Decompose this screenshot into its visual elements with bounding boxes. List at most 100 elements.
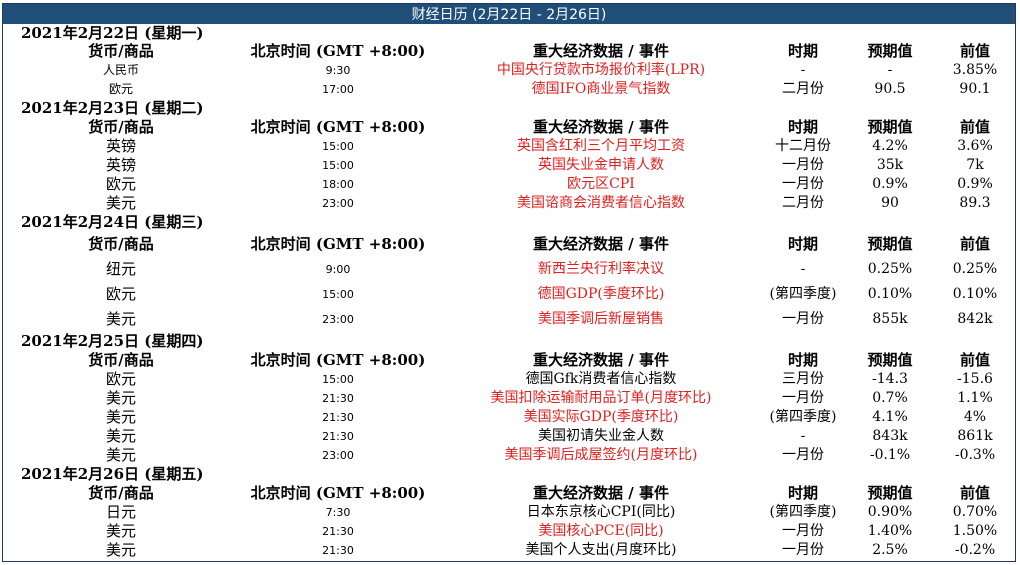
header-currency: 货币/商品: [88, 351, 154, 369]
event-currency: 欧元: [105, 285, 136, 303]
event-period: -: [800, 428, 806, 444]
event-previous: 3.6%: [957, 138, 993, 154]
event-forecast: 4.1%: [872, 409, 908, 425]
event-forecast: 0.9%: [872, 176, 908, 192]
event-row: 欧元 15:00 德国Gfk消费者信心指数 三月份 -14.3 -15.6: [3, 370, 1015, 389]
event-previous: 4%: [963, 409, 987, 425]
column-header-row: 货币/商品 北京时间 (GMT +8:00) 重大经济数据 / 事件 时期 预期值 前值: [3, 484, 1015, 503]
event-forecast: 4.2%: [872, 138, 908, 154]
column-header-row: 货币/商品 北京时间 (GMT +8:00) 重大经济数据 / 事件 时期 预期值 前值: [3, 118, 1015, 137]
event-period: (第四季度): [769, 409, 837, 425]
event-previous: 0.25%: [952, 261, 998, 277]
event-period: 一月份: [782, 523, 824, 539]
calendar-body: 2021年2月22日 (星期一) 货币/商品 北京时间 (GMT +8:00) 重大经…: [3, 24, 1015, 560]
event-time: 23:00: [322, 197, 354, 210]
event-name: 德国Gfk消费者信心指数: [525, 371, 677, 387]
header-previous: 前值: [959, 484, 990, 502]
event-previous: 842k: [957, 311, 993, 327]
event-currency: 纽元: [105, 260, 136, 278]
event-time: 9:00: [325, 263, 351, 276]
event-time: 7:30: [325, 506, 351, 519]
event-currency: 欧元: [108, 82, 133, 96]
event-currency: 欧元: [105, 370, 136, 388]
event-previous: 7k: [966, 157, 984, 173]
event-name: 美国个人支出(月度环比): [525, 542, 677, 558]
event-currency: 美元: [105, 389, 136, 407]
header-event: 重大经济数据 / 事件: [533, 351, 669, 369]
event-row: 美元 23:00 美国季调后新屋销售 一月份 855k 842k: [3, 307, 1015, 332]
event-name: 新西兰央行利率决议: [538, 261, 664, 277]
header-currency: 货币/商品: [88, 118, 154, 136]
header-currency: 货币/商品: [88, 484, 154, 502]
event-period: 一月份: [782, 311, 824, 327]
event-period: 一月份: [782, 390, 824, 406]
event-name: 德国IFO商业景气指数: [531, 81, 671, 97]
event-row: 人民币 9:30 中国央行贷款市场报价利率(LPR) - - 3.85%: [3, 61, 1015, 80]
day-date: 2021年2月23日 (星期二): [21, 99, 204, 117]
event-row: 美元 21:30 美国核心PCE(同比) 一月份 1.40% 1.50%: [3, 522, 1015, 541]
event-name: 英国含红利三个月平均工资: [517, 138, 685, 154]
event-name: 美国初请失业金人数: [538, 428, 664, 444]
event-forecast: -14.3: [872, 371, 908, 387]
event-forecast: 0.10%: [867, 286, 913, 302]
event-previous: -0.2%: [954, 542, 996, 558]
event-forecast: -0.1%: [869, 447, 911, 463]
header-period: 时期: [787, 118, 818, 136]
header-period: 时期: [787, 351, 818, 369]
event-previous: 90.1: [959, 81, 991, 97]
header-forecast: 预期值: [867, 235, 913, 253]
event-forecast: 0.25%: [867, 261, 913, 277]
event-currency: 美元: [105, 446, 136, 464]
event-time: 23:00: [322, 449, 354, 462]
header-event: 重大经济数据 / 事件: [533, 235, 669, 253]
event-period: 一月份: [782, 542, 824, 558]
header-forecast: 预期值: [867, 42, 913, 60]
event-previous: 0.70%: [952, 504, 998, 520]
day-date-row: 2021年2月25日 (星期四): [3, 332, 1015, 351]
event-period: 三月份: [782, 371, 824, 387]
day-date-row: 2021年2月22日 (星期一): [3, 24, 1015, 42]
event-previous: 0.10%: [952, 286, 998, 302]
event-currency: 美元: [105, 408, 136, 426]
header-event: 重大经济数据 / 事件: [533, 42, 669, 60]
event-time: 18:00: [322, 178, 354, 191]
header-previous: 前值: [959, 118, 990, 136]
column-header-row: 货币/商品 北京时间 (GMT +8:00) 重大经济数据 / 事件 时期 预期值 前值: [3, 351, 1015, 370]
event-period: (第四季度): [769, 504, 837, 520]
header-period: 时期: [787, 235, 818, 253]
event-currency: 美元: [105, 522, 136, 540]
event-forecast: 0.90%: [867, 504, 913, 520]
event-time: 21:30: [322, 392, 354, 405]
event-time: 9:30: [325, 64, 351, 77]
event-forecast: 90: [881, 195, 899, 211]
event-time: 21:30: [322, 411, 354, 424]
event-time: 21:30: [322, 430, 354, 443]
event-name: 欧元区CPI: [567, 176, 635, 192]
day-date: 2021年2月22日 (星期一): [21, 24, 204, 42]
event-previous: -0.3%: [954, 447, 996, 463]
event-time: 15:00: [322, 140, 354, 153]
header-previous: 前值: [959, 235, 990, 253]
event-name: 英国失业金申请人数: [538, 157, 664, 173]
event-previous: 89.3: [959, 195, 991, 211]
event-name: 美国谘商会消费者信心指数: [517, 195, 685, 211]
header-forecast: 预期值: [867, 351, 913, 369]
event-time: 15:00: [322, 288, 354, 301]
event-name: 中国央行贷款市场报价利率(LPR): [496, 62, 706, 78]
event-name: 美国季调后新屋销售: [538, 311, 664, 327]
event-forecast: 0.7%: [872, 390, 908, 406]
event-forecast: 2.5%: [872, 542, 908, 558]
header-event: 重大经济数据 / 事件: [533, 484, 669, 502]
event-currency: 美元: [105, 541, 136, 559]
event-forecast: 90.5: [874, 81, 906, 97]
header-forecast: 预期值: [867, 118, 913, 136]
event-time: 17:00: [322, 83, 354, 96]
event-time: 23:00: [322, 313, 354, 326]
event-currency: 美元: [105, 310, 136, 328]
event-name: 德国GDP(季度环比): [537, 286, 665, 302]
event-row: 美元 21:30 美国实际GDP(季度环比) (第四季度) 4.1% 4%: [3, 408, 1015, 427]
header-currency: 货币/商品: [88, 42, 154, 60]
event-forecast: 855k: [872, 311, 908, 327]
header-time: 北京时间 (GMT +8:00): [250, 235, 426, 253]
event-period: 一月份: [782, 447, 824, 463]
